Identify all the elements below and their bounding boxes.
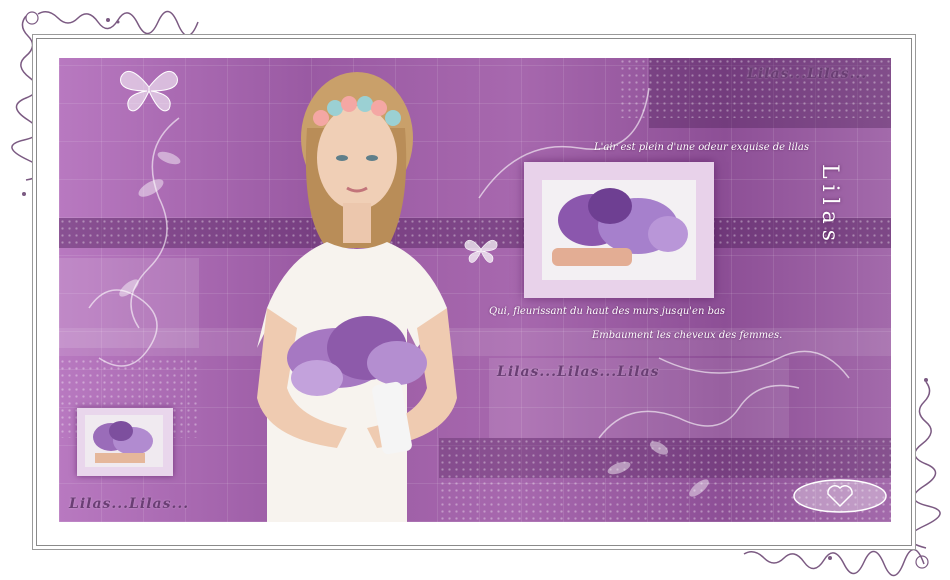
large-lilac-photo <box>524 162 714 298</box>
top-right-lilas-text: Lilas...Lilas... <box>747 66 868 82</box>
butterfly-icon <box>120 70 178 112</box>
poem-line-1: L'air est plein d'une odeur exquise de l… <box>594 142 809 153</box>
purple-collage-background: Lilas...Lilas... Lilas...Lilas... Lilas.… <box>59 58 891 522</box>
poem-line-2: Qui, fleurissant du haut des murs jusqu'… <box>489 306 726 317</box>
woman-with-lilac-bouquet <box>257 72 457 522</box>
center-lilas-text: Lilas...Lilas...Lilas <box>497 364 660 380</box>
small-lilac-photo <box>77 408 173 476</box>
heart-icon <box>793 479 887 513</box>
bottom-left-lilas-text: Lilas...Lilas... <box>69 496 190 512</box>
vertical-title: Lilas <box>817 164 842 248</box>
poem-line-3: Embaument les cheveux des femmes. <box>592 330 783 341</box>
